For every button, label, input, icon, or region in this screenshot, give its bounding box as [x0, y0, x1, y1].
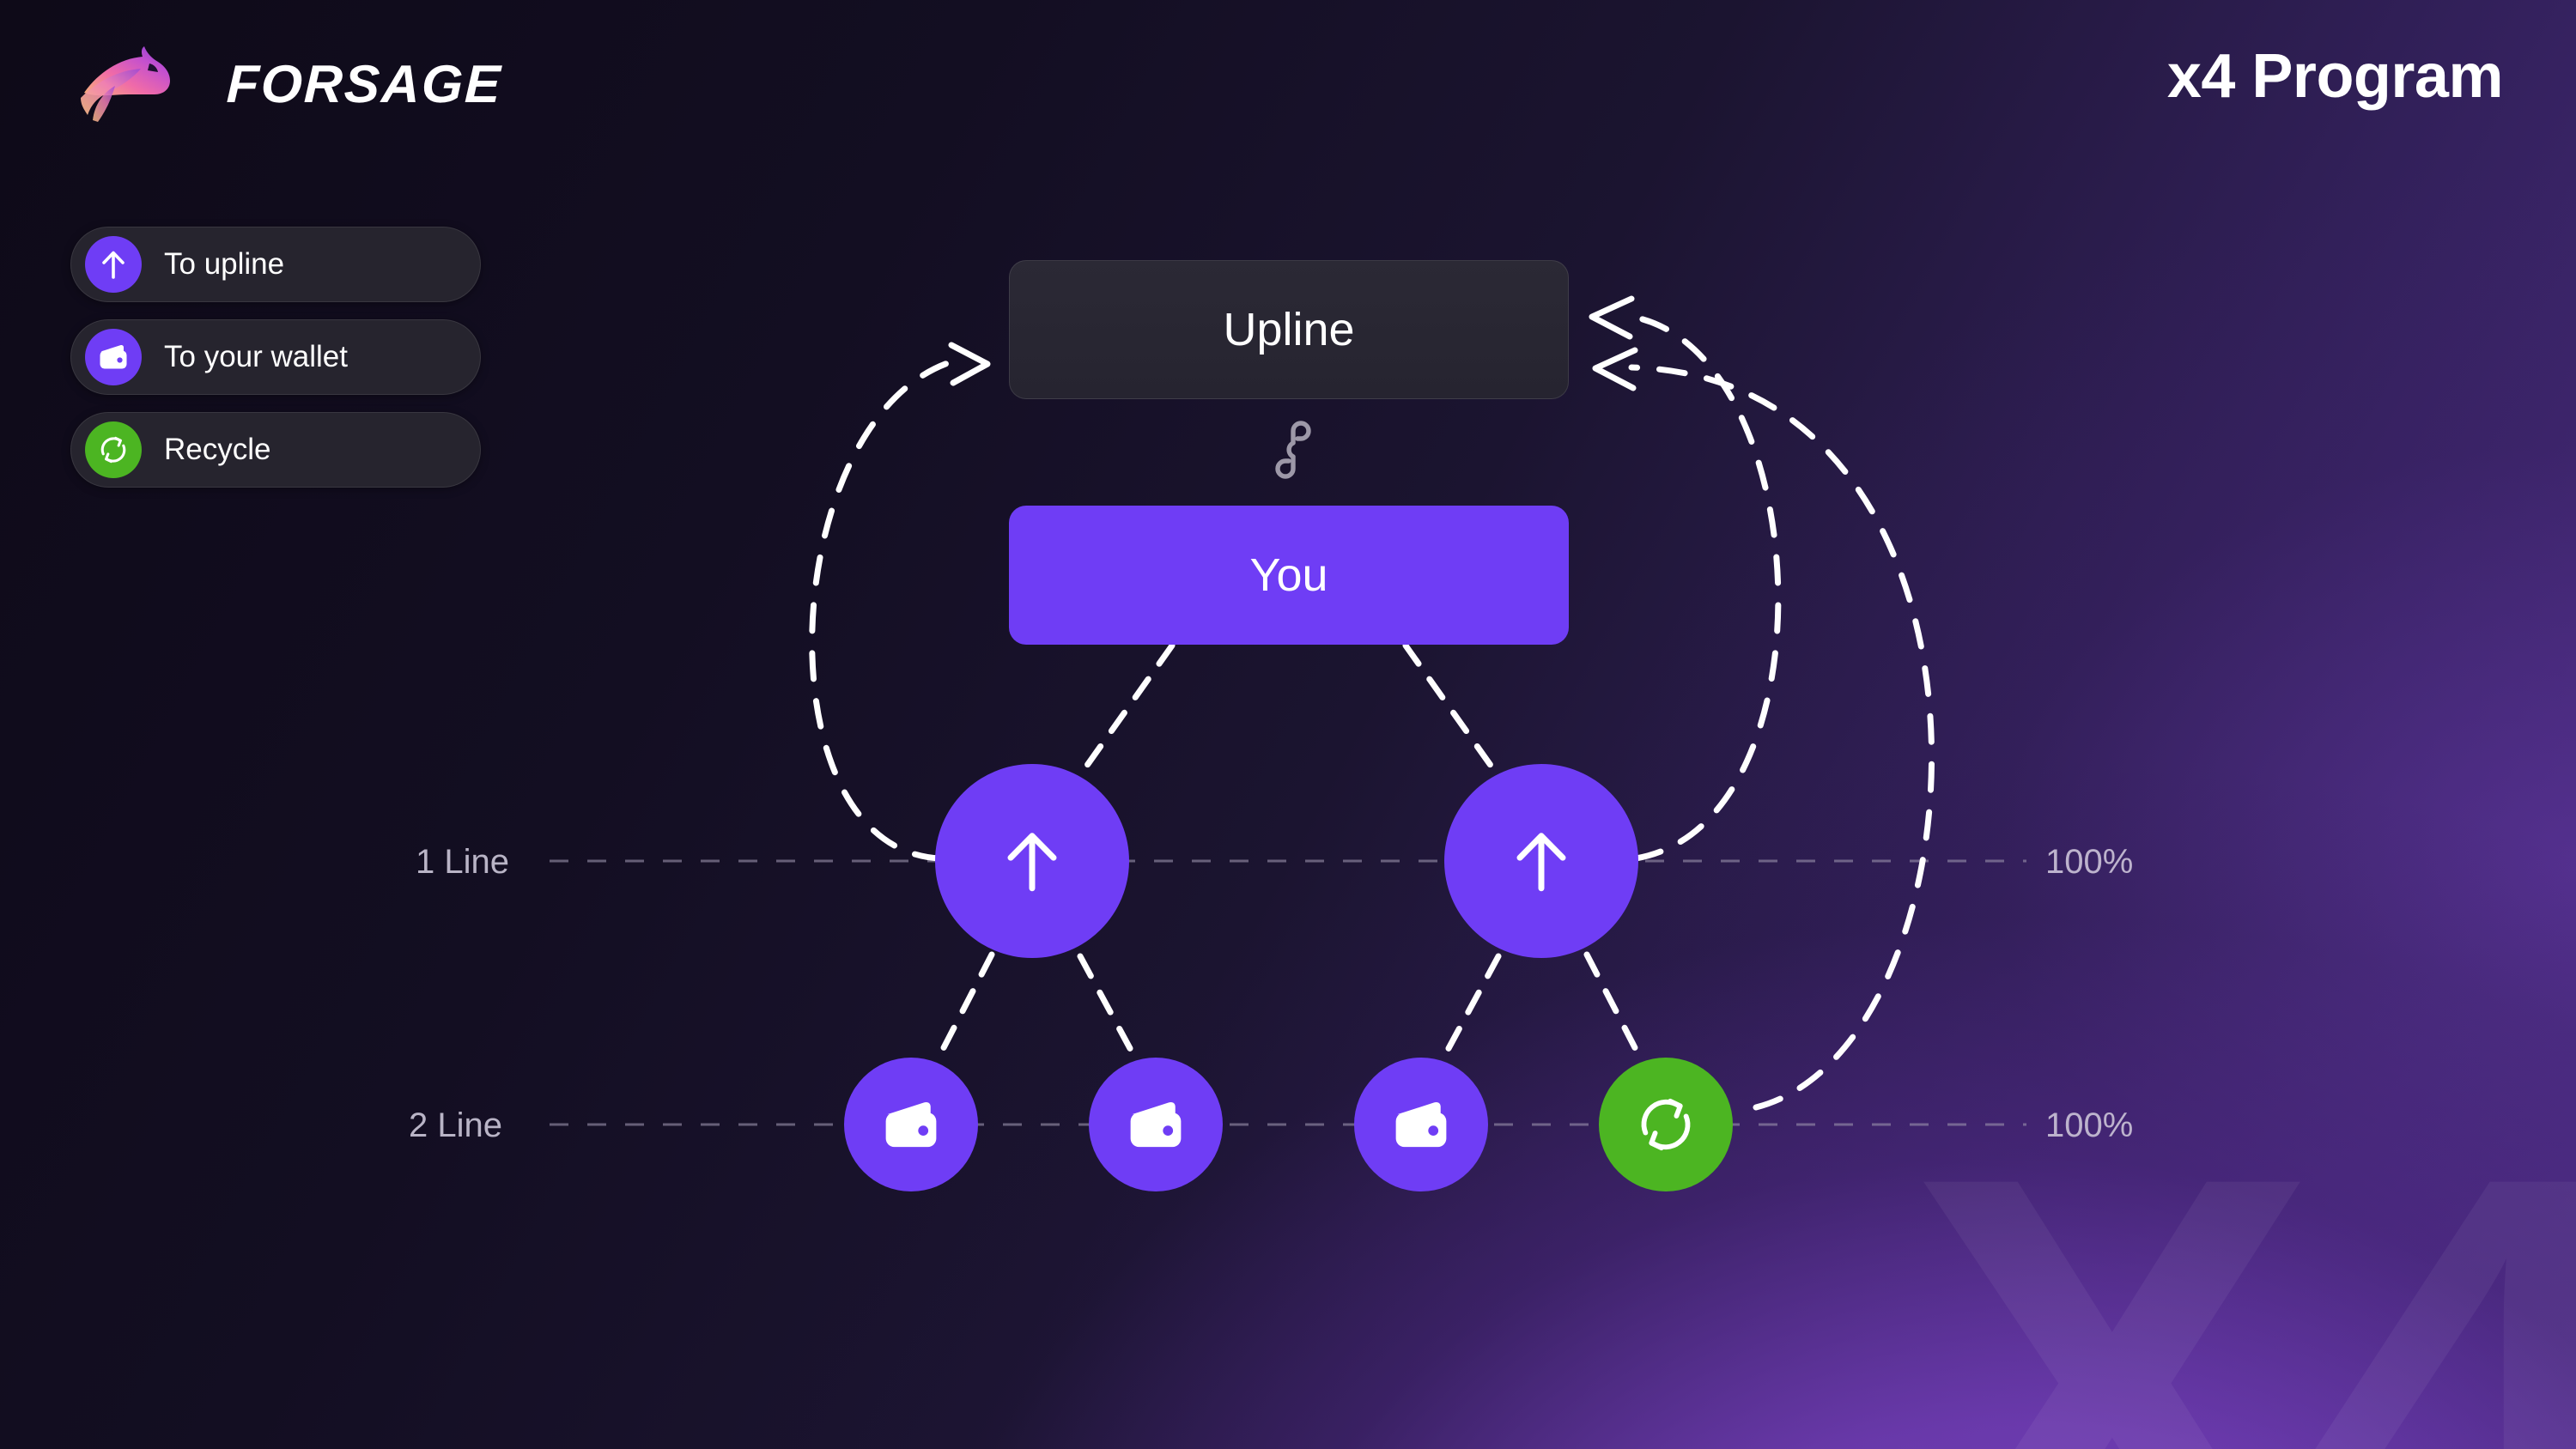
upline-node[interactable]: Upline [1009, 260, 1569, 399]
line1-node-2[interactable] [1444, 764, 1638, 958]
line2-node-1[interactable] [844, 1058, 978, 1191]
upline-node-label: Upline [1223, 304, 1355, 355]
page-background: X4 FORSAGE x4 Program To upline To your … [0, 0, 2576, 1449]
line2-label: 2 Line [409, 1106, 502, 1144]
arrowhead-right-to-upline-1 [1589, 295, 1635, 340]
connector-l1b-to-l2c [1437, 953, 1502, 1066]
recycle-icon [1641, 1098, 1691, 1151]
curve-recycle-to-upline [1628, 364, 1935, 1111]
you-node[interactable]: You [1009, 506, 1569, 645]
line2-node-2[interactable] [1089, 1058, 1223, 1191]
connector-l1b-to-l2d [1583, 951, 1646, 1066]
connector-l1a-to-l2a [933, 951, 995, 1066]
line2-percent: 100% [2045, 1106, 2134, 1144]
line1-label: 1 Line [416, 843, 509, 881]
connector-l1a-to-l2b [1077, 953, 1141, 1066]
line1-percent: 100% [2045, 843, 2134, 881]
arrowhead-right-to-upline-2 [1592, 347, 1638, 391]
line2-node-4[interactable] [1599, 1058, 1733, 1191]
diagram-canvas [550, 295, 2026, 1126]
arrowhead-left-to-upline [948, 342, 991, 386]
wallet-icon [1130, 1101, 1182, 1147]
arrow-up-icon [1516, 833, 1566, 892]
wallet-icon [885, 1101, 937, 1147]
line1-node-1[interactable] [935, 764, 1129, 958]
you-node-label: You [1249, 549, 1328, 601]
connector-you-to-l1-left [1078, 642, 1176, 776]
connector-you-to-l1-right [1402, 642, 1499, 776]
wallet-icon [1395, 1101, 1447, 1147]
chain-link-icon [1275, 421, 1311, 479]
arrow-up-icon [1007, 833, 1057, 892]
line2-node-3[interactable] [1354, 1058, 1488, 1191]
curve-l1-left-to-upline [809, 355, 965, 862]
